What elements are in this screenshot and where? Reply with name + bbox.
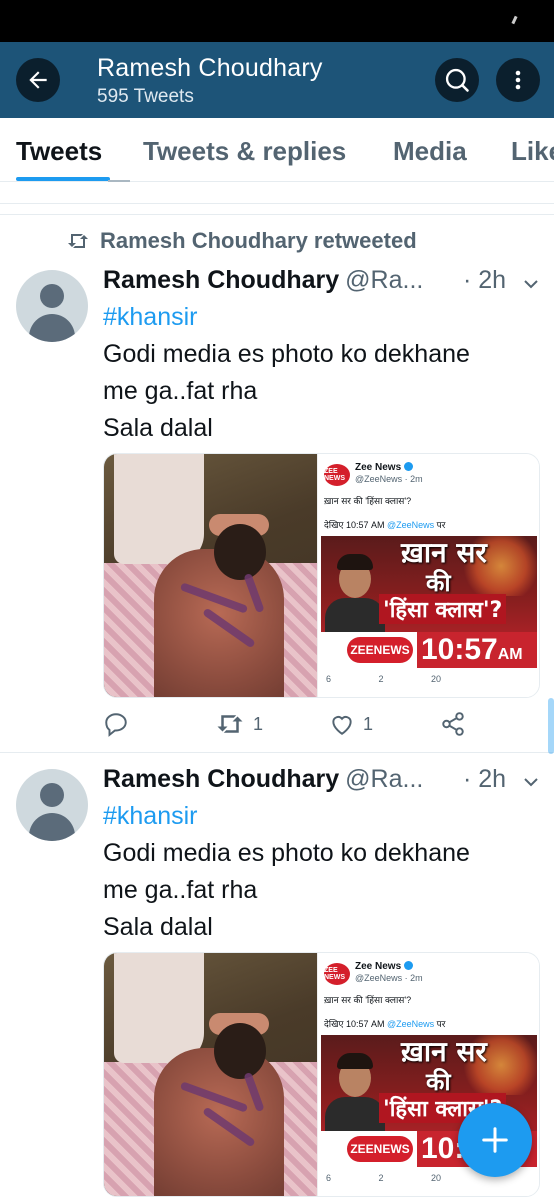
like-count: 1	[363, 713, 374, 734]
chevron-down-icon[interactable]	[521, 772, 541, 792]
more-vertical-icon	[515, 70, 521, 90]
embedded-actions: 6 2 20	[326, 674, 442, 684]
author-handle: @Ra...	[345, 765, 424, 793]
embedded-text: ख़ान सर की 'हिंसा क्लास'?	[324, 995, 412, 1005]
headline: ख़ान सर	[401, 536, 487, 569]
embedded-text: ख़ान सर की 'हिंसा क्लास'?	[324, 496, 412, 506]
like-button[interactable]: 1	[329, 711, 373, 737]
retweet-button[interactable]: 1	[215, 711, 263, 737]
tweet-media[interactable]: ZEE NEWS Zee News @ZeeNews · 2m ख़ान सर …	[103, 453, 540, 698]
author-name[interactable]: Ramesh Choudhary	[103, 765, 339, 794]
zee-news-logo: ZEE NEWS	[324, 963, 350, 985]
share-button[interactable]	[440, 711, 466, 737]
embedded-tweet-screenshot[interactable]: ZEE NEWS Zee News @ZeeNews · 2m ख़ान सर …	[317, 454, 539, 697]
reply-icon	[105, 713, 127, 737]
retweet-count: 1	[253, 713, 264, 734]
scrollbar[interactable]	[548, 698, 554, 754]
search-button[interactable]	[435, 58, 479, 102]
zee-news-logo: ZEE NEWS	[324, 464, 350, 486]
divider	[0, 752, 554, 753]
tweet-text: Godi media es photo ko dekhane me ga..fa…	[103, 839, 470, 941]
source-meta: @ZeeNews · 2m	[355, 973, 423, 983]
profile-tabs: Tweets Tweets & replies Media Likes	[0, 118, 554, 182]
tweet-time: · 2h	[463, 765, 507, 793]
tweet-time: · 2h	[463, 266, 507, 294]
source-meta: @ZeeNews · 2m	[355, 474, 423, 484]
brand-label: ZEENEWS	[347, 1136, 413, 1162]
compose-tweet-button[interactable]	[458, 1103, 532, 1177]
tab-tweets-and-replies[interactable]: Tweets & replies	[143, 136, 346, 167]
heart-icon	[332, 716, 352, 735]
search-icon	[445, 68, 469, 92]
author-name[interactable]: Ramesh Choudhary	[103, 266, 339, 295]
status-bar	[0, 0, 554, 42]
tab-tweets[interactable]: Tweets	[16, 136, 102, 167]
embedded-text: देखिए 10:57 AM @ZeeNews पर	[324, 520, 446, 530]
tab-media[interactable]: Media	[393, 136, 467, 167]
retweet-icon	[68, 234, 88, 248]
headline: 'हिंसा क्लास'?	[379, 594, 507, 624]
tweet-text: Godi media es photo ko dekhane me ga..fa…	[103, 340, 470, 442]
avatar[interactable]	[16, 270, 88, 342]
divider	[0, 203, 554, 204]
hashtag-link[interactable]: #khansir	[103, 303, 198, 332]
tweet-count: 595 Tweets	[97, 86, 194, 107]
headline: ख़ान सर	[401, 1035, 487, 1068]
tweet-header: Ramesh Choudhary @Ra... · 2h	[103, 266, 506, 295]
time-label: 10:57AM	[417, 632, 537, 668]
reply-button[interactable]	[103, 711, 137, 737]
arrow-left-icon	[29, 71, 47, 89]
profile-header: Ramesh Choudhary 595 Tweets	[0, 42, 554, 118]
retweet-icon	[217, 715, 243, 733]
plus-icon	[482, 1127, 508, 1153]
news-thumbnail: ख़ान सर की 'हिंसा क्लास'? ZEENEWS 10:57A…	[321, 536, 537, 668]
tweet-actions: 1 1	[103, 711, 473, 741]
verified-icon	[404, 961, 414, 970]
active-tab-indicator	[16, 177, 110, 181]
tweet-header: Ramesh Choudhary @Ra... · 2h	[103, 765, 506, 794]
source-name: Zee News	[355, 462, 402, 473]
back-button[interactable]	[16, 58, 60, 102]
verified-icon	[404, 462, 414, 471]
status-indicator-icon	[511, 15, 518, 25]
hashtag-link[interactable]: #khansir	[103, 802, 198, 831]
tab-likes[interactable]: Likes	[511, 136, 554, 167]
tweet-photo[interactable]	[104, 953, 317, 1196]
divider	[108, 180, 130, 182]
avatar[interactable]	[16, 769, 88, 841]
profile-name: Ramesh Choudhary	[97, 54, 323, 82]
share-icon	[442, 712, 464, 736]
source-name: Zee News	[355, 961, 402, 972]
retweet-notice: Ramesh Choudhary retweeted	[66, 228, 417, 254]
more-button[interactable]	[496, 58, 540, 102]
tweet-photo[interactable]	[104, 454, 317, 697]
chevron-down-icon[interactable]	[521, 274, 541, 294]
divider	[0, 214, 554, 215]
brand-label: ZEENEWS	[347, 637, 413, 663]
retweet-notice-text: Ramesh Choudhary retweeted	[100, 228, 417, 253]
author-handle: @Ra...	[345, 266, 424, 294]
embedded-text: देखिए 10:57 AM @ZeeNews पर	[324, 1019, 446, 1029]
